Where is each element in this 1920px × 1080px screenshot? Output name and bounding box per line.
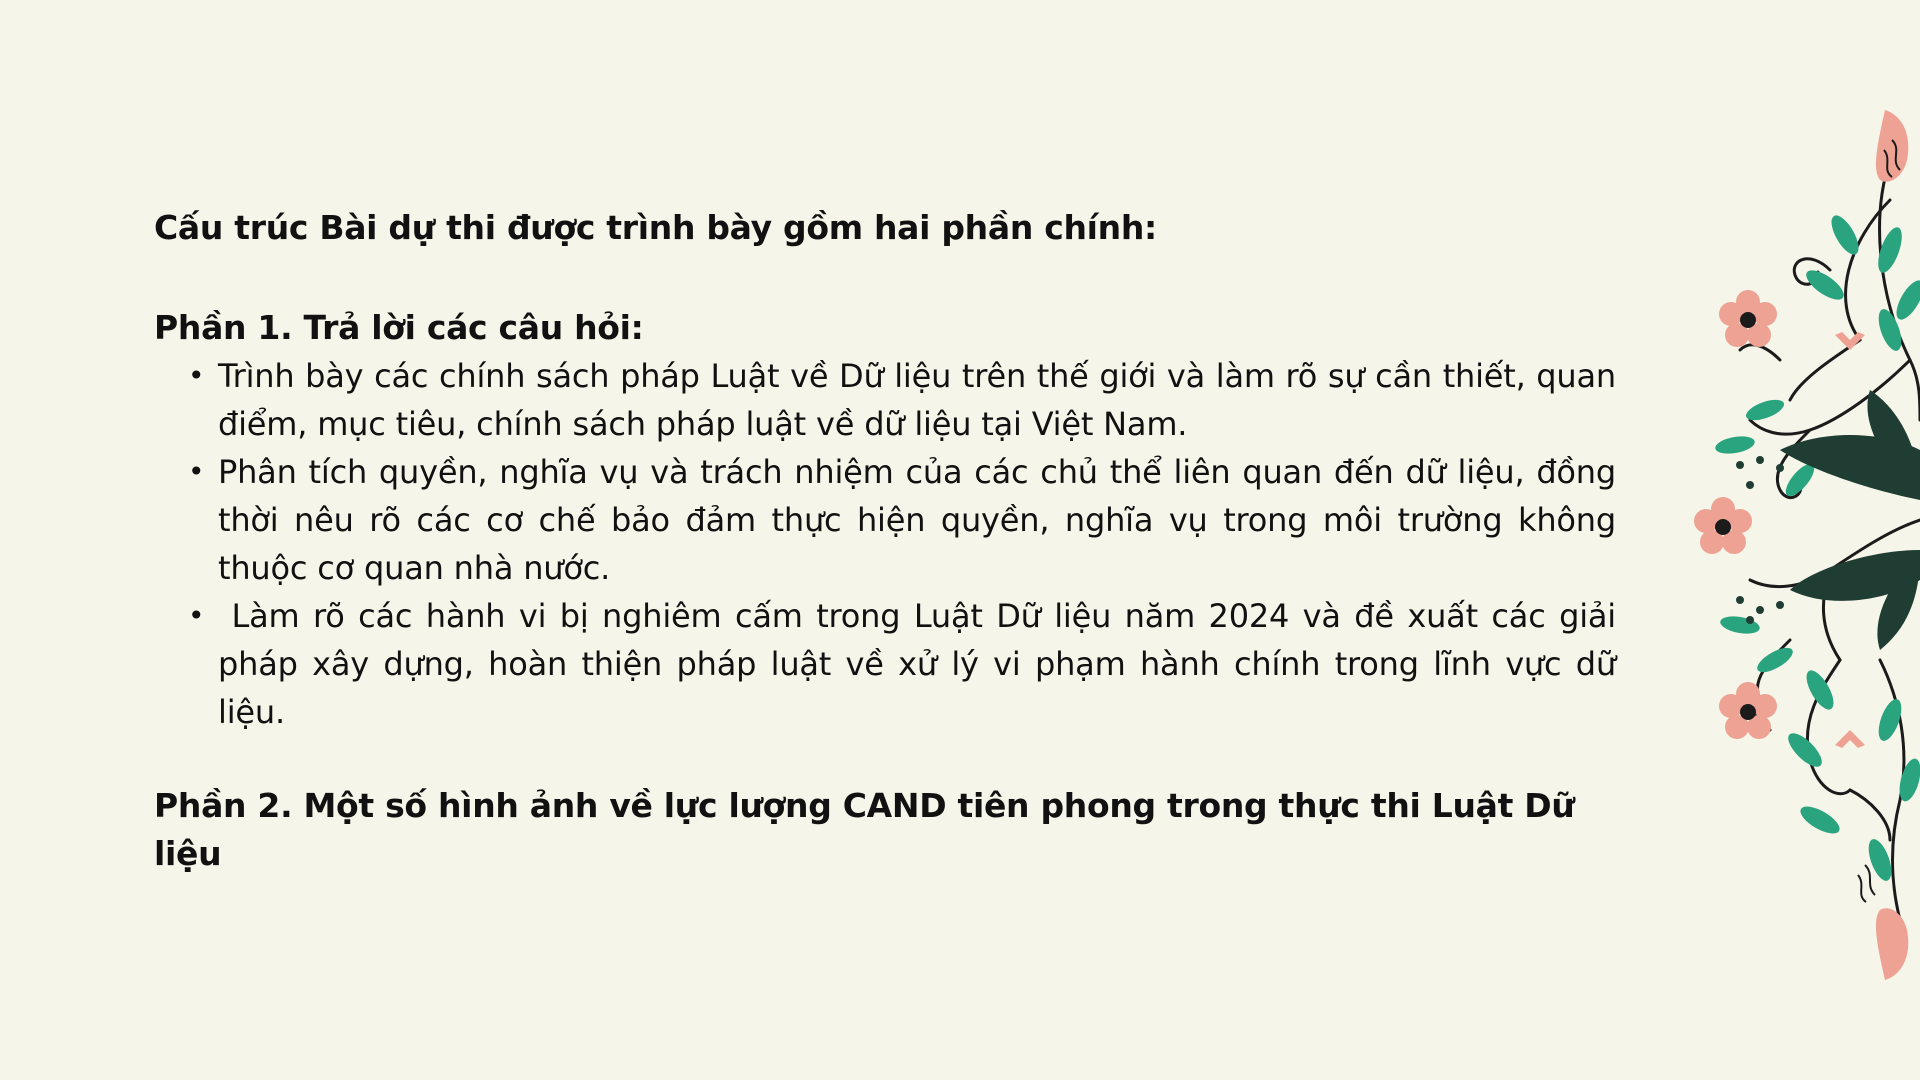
- slide: Cấu trúc Bài dự thi được trình bày gồm h…: [0, 0, 1920, 1080]
- bullet-icon: •: [188, 599, 205, 632]
- bullet-icon: •: [188, 359, 205, 392]
- question-text: Phân tích quyền, nghĩa vụ và trách nhiệm…: [218, 453, 1616, 587]
- floral-decoration-icon: [1694, 110, 1920, 980]
- part2-title: Phần 2. Một số hình ảnh về lực lượng CAN…: [154, 786, 1575, 873]
- slide-content: Cấu trúc Bài dự thi được trình bày gồm h…: [154, 204, 1616, 878]
- question-item: • Trình bày các chính sách pháp Luật về D…: [188, 352, 1616, 448]
- slide-heading: Cấu trúc Bài dự thi được trình bày gồm h…: [154, 208, 1157, 247]
- question-item: • Làm rõ các hành vi bị nghiêm cấm trong…: [188, 592, 1616, 736]
- question-text: Làm rõ các hành vi bị nghiêm cấm trong L…: [218, 597, 1626, 731]
- question-item: • Phân tích quyền, nghĩa vụ và trách nhiệ…: [188, 448, 1616, 592]
- part1-title: Phần 1. Trả lời các câu hỏi:: [154, 308, 644, 347]
- question-list: • Trình bày các chính sách pháp Luật về D…: [154, 352, 1616, 736]
- bullet-icon: •: [188, 455, 205, 488]
- question-text: Trình bày các chính sách pháp Luật về Dữ…: [218, 357, 1616, 443]
